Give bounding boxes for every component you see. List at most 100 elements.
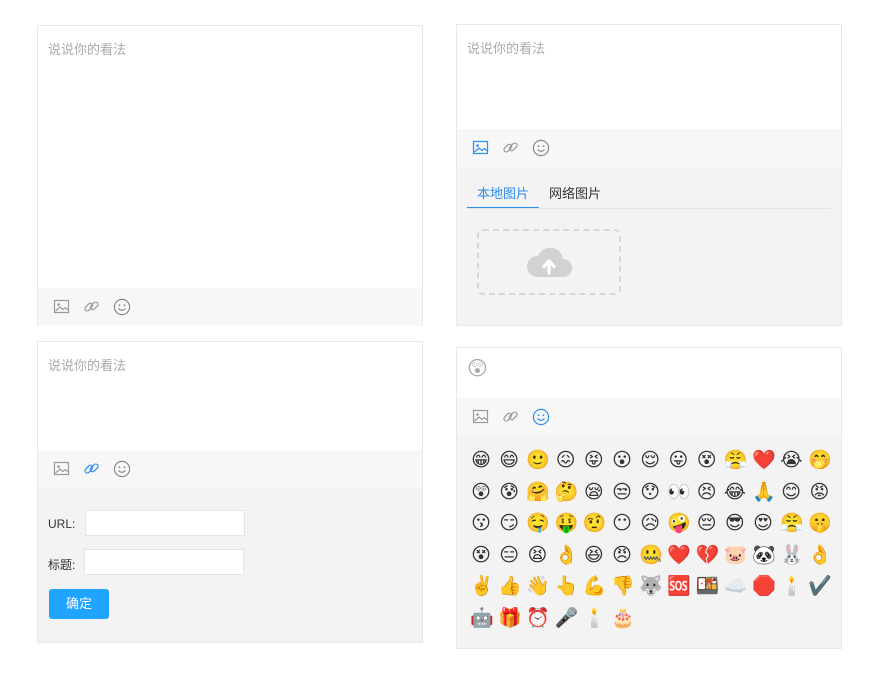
link-icon[interactable] — [502, 139, 520, 157]
emoji-item[interactable]: 😤 — [724, 450, 748, 472]
emoji-grid: 😁 😄 🙂 😖 😝 😮 😌 😛 😵 😤 ❤️ 😭 🤭 😲 😰 🤗 🤔 😪 😒 😯 👀 😣 😂 🙏 😊 😡 😗 😏 🤤 🤑 🤨 😶 😥 🤪 😔 😎 😍 😤 🤫… — [457, 436, 841, 648]
emoji-item[interactable]: 🐷 — [724, 545, 748, 567]
emoji-item[interactable]: ☁️ — [724, 576, 748, 598]
smile-icon[interactable] — [532, 408, 550, 426]
emoji-item[interactable]: ❤️ — [667, 545, 691, 567]
emoji-item[interactable]: 🤑 — [555, 513, 579, 535]
emoji-item[interactable]: 😛 — [667, 450, 689, 472]
emoji-item[interactable]: 🎤 — [555, 608, 579, 630]
editor-panel-plain: 说说你的看法 — [37, 25, 423, 326]
emoji-item[interactable]: 😡 — [808, 482, 830, 504]
emoji-item[interactable]: 🤪 — [667, 513, 691, 535]
editor-panel-emoji: 😲 😁 😄 🙂 😖 😝 😮 😌 😛 😵 😤 ❤️ 😭 🤭 😲 😰 🤗 🤔 😪 😒 😯 👀 😣 😂 🙏 😊 😡 😗 😏 🤤 🤑 🤨 😶 😥 🤪 😔 😎 😍… — [456, 347, 842, 649]
emoji-item[interactable]: 🤐 — [639, 545, 663, 567]
emoji-item[interactable]: 🤖 — [470, 608, 494, 630]
editor-toolbar — [457, 129, 841, 167]
emoji-item[interactable]: 😍 — [752, 513, 774, 535]
emoji-item[interactable]: 🤭 — [808, 450, 832, 472]
emoji-item[interactable]: 🕯️ — [583, 608, 607, 630]
emoji-item[interactable]: 😆 — [583, 545, 605, 567]
emoji-item[interactable]: 👍 — [498, 576, 522, 598]
emoji-item[interactable]: 😤 — [780, 513, 804, 535]
emoji-item[interactable]: 😑 — [498, 545, 520, 567]
emoji-item[interactable]: 😌 — [639, 450, 661, 472]
emoji-item[interactable]: 🐼 — [752, 545, 776, 567]
link-icon[interactable] — [83, 460, 101, 478]
smile-icon[interactable] — [113, 460, 131, 478]
emoji-item[interactable]: 🐰 — [780, 545, 804, 567]
emoji-item[interactable]: 💪 — [583, 576, 607, 598]
comment-textarea[interactable]: 说说你的看法 — [457, 25, 841, 129]
editor-panel-image: 说说你的看法 本地图片 网络图片 — [456, 24, 842, 326]
smile-icon[interactable] — [532, 139, 550, 157]
image-drawer: 本地图片 网络图片 — [457, 167, 841, 325]
confirm-button[interactable]: 确定 — [49, 589, 109, 619]
emoji-item[interactable]: 👆 — [555, 576, 579, 598]
emoji-item[interactable]: 😄 — [498, 450, 520, 472]
emoji-item[interactable]: ⏰ — [526, 608, 550, 630]
emoji-item[interactable]: 🤗 — [526, 482, 550, 504]
emoji-item[interactable]: 😁 — [470, 450, 492, 472]
emoji-item[interactable]: 🙏 — [752, 482, 776, 504]
emoji-item[interactable]: 🤫 — [808, 513, 832, 535]
emoji-item[interactable]: 😠 — [611, 545, 633, 567]
comment-textarea[interactable]: 说说你的看法 — [38, 26, 422, 288]
image-icon[interactable] — [472, 408, 490, 426]
title-label: 标题: — [48, 558, 76, 572]
emoji-item[interactable]: 🎁 — [498, 608, 522, 630]
tab-web-image[interactable]: 网络图片 — [549, 183, 601, 202]
emoji-item[interactable]: 🐺 — [639, 576, 663, 598]
emoji-item[interactable]: 😏 — [498, 513, 520, 535]
upload-dropzone[interactable] — [477, 229, 621, 295]
emoji-item[interactable]: ❤️ — [752, 450, 776, 472]
link-icon[interactable] — [502, 408, 520, 426]
emoji-item[interactable]: 😖 — [555, 450, 577, 472]
emoji-item[interactable]: 🙂 — [526, 450, 550, 472]
tab-local-image[interactable]: 本地图片 — [477, 183, 529, 202]
smile-icon[interactable] — [113, 298, 131, 316]
emoji-item[interactable]: 💔 — [696, 545, 720, 567]
emoji-item[interactable]: 👌 — [808, 545, 832, 567]
emoji-item[interactable]: ✔️ — [808, 576, 832, 598]
emoji-item[interactable]: 🤔 — [555, 482, 579, 504]
emoji-item[interactable]: 😯 — [639, 482, 661, 504]
emoji-item[interactable]: 😵 — [470, 545, 492, 567]
emoji-item[interactable]: 😭 — [780, 450, 802, 472]
emoji-item[interactable]: ✌️ — [470, 576, 494, 598]
image-icon[interactable] — [53, 460, 71, 478]
emoji-item[interactable]: 😶 — [611, 513, 633, 535]
emoji-item[interactable]: 🕯️ — [780, 576, 804, 598]
emoji-item[interactable]: 👀 — [667, 482, 691, 504]
emoji-item[interactable]: 😎 — [724, 513, 746, 535]
emoji-item[interactable]: 🛑 — [752, 576, 776, 598]
emoji-item[interactable]: 👌 — [555, 545, 579, 567]
emoji-item[interactable]: 🤤 — [526, 513, 550, 535]
emoji-item[interactable]: 😂 — [724, 482, 746, 504]
emoji-item[interactable]: 😝 — [583, 450, 605, 472]
emoji-item[interactable]: 😲 — [470, 482, 492, 504]
emoji-item[interactable]: 😫 — [526, 545, 548, 567]
emoji-item[interactable]: 😗 — [470, 513, 492, 535]
url-input[interactable] — [85, 510, 245, 536]
emoji-item[interactable]: 😥 — [639, 513, 661, 535]
emoji-item[interactable]: 😒 — [611, 482, 633, 504]
emoji-item[interactable]: 🤨 — [583, 513, 607, 535]
emoji-item[interactable]: 😮 — [611, 450, 633, 472]
comment-textarea[interactable]: 😲 — [457, 348, 841, 398]
emoji-item[interactable]: 🍱 — [696, 576, 720, 598]
link-icon[interactable] — [83, 298, 101, 316]
emoji-item[interactable]: 😊 — [780, 482, 802, 504]
title-input[interactable] — [84, 549, 244, 575]
emoji-item[interactable]: 👎 — [611, 576, 635, 598]
emoji-item[interactable]: 🆘 — [667, 576, 691, 598]
emoji-item[interactable]: 😵 — [696, 450, 718, 472]
emoji-item[interactable]: 👋 — [526, 576, 550, 598]
emoji-item[interactable]: 😰 — [498, 482, 520, 504]
emoji-item[interactable]: 😣 — [696, 482, 718, 504]
emoji-item[interactable]: 😪 — [583, 482, 605, 504]
emoji-item[interactable]: 😔 — [696, 513, 718, 535]
comment-textarea[interactable]: 说说你的看法 — [38, 342, 422, 450]
emoji-item[interactable]: 🎂 — [611, 608, 635, 630]
image-icon[interactable] — [472, 139, 490, 157]
image-icon[interactable] — [53, 298, 71, 316]
